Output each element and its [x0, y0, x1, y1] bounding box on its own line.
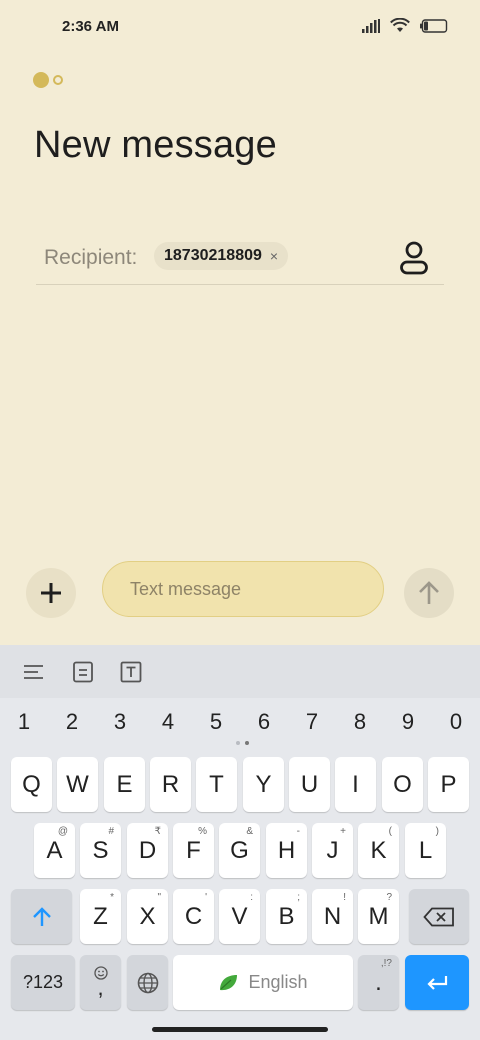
- key-6[interactable]: 6: [240, 709, 288, 735]
- keyboard-page-indicator: [236, 741, 249, 745]
- key-u[interactable]: U: [289, 757, 330, 812]
- keyboard-toolbar: [0, 645, 480, 698]
- status-time: 2:36 AM: [62, 18, 119, 35]
- globe-icon: [137, 972, 158, 993]
- plus-icon: [41, 583, 61, 603]
- key-k[interactable]: (K: [358, 823, 399, 878]
- key-2[interactable]: 2: [48, 709, 96, 735]
- key-f[interactable]: % F: [173, 823, 214, 878]
- text-message-input[interactable]: Text message: [102, 561, 384, 617]
- key-j[interactable]: + J: [312, 823, 353, 878]
- shift-key[interactable]: [11, 889, 72, 944]
- leaf-icon: [220, 974, 238, 990]
- key-l[interactable]: ) L: [405, 823, 446, 878]
- page-title: New message: [34, 124, 277, 166]
- key-t[interactable]: T: [196, 757, 237, 812]
- key-e[interactable]: E: [104, 757, 145, 812]
- key-y[interactable]: Y: [243, 757, 284, 812]
- wifi-icon: [390, 18, 410, 32]
- key-v[interactable]: :V: [219, 889, 260, 944]
- key-i[interactable]: I: [335, 757, 376, 812]
- add-attachment-button[interactable]: [26, 568, 76, 618]
- key-3[interactable]: 3: [96, 709, 144, 735]
- key-o[interactable]: O: [382, 757, 423, 812]
- key-8[interactable]: 8: [336, 709, 384, 735]
- recipient-chip-number: 18730218809: [164, 247, 262, 264]
- enter-key[interactable]: [405, 955, 469, 1010]
- recipient-chip[interactable]: 18730218809 ×: [154, 242, 289, 270]
- signal-icon: [362, 18, 380, 33]
- app-indicator-icon: [32, 70, 66, 95]
- period-key[interactable]: ,!?.: [358, 955, 399, 1010]
- menu-lines-icon[interactable]: [23, 661, 45, 683]
- key-d[interactable]: ₹ D: [127, 823, 168, 878]
- symbols-key[interactable]: ?123: [11, 955, 75, 1010]
- key-g[interactable]: & G: [219, 823, 260, 878]
- contact-icon: [400, 241, 428, 275]
- language-key[interactable]: [127, 955, 168, 1010]
- key-7[interactable]: 7: [288, 709, 336, 735]
- space-key[interactable]: English: [173, 955, 353, 1010]
- key-p[interactable]: P: [428, 757, 469, 812]
- key-q[interactable]: Q: [11, 757, 52, 812]
- recipient-row[interactable]: Recipient: 18730218809 ×: [36, 238, 444, 285]
- recipient-label: Recipient:: [44, 246, 138, 269]
- key-z[interactable]: * Z: [80, 889, 121, 944]
- status-bar: 2:36 AM: [0, 0, 480, 56]
- enter-icon: [427, 975, 448, 990]
- key-w[interactable]: W: [57, 757, 98, 812]
- key-m[interactable]: ? M: [358, 889, 399, 944]
- key-0[interactable]: 0: [432, 709, 480, 735]
- keyboard: 1 2 3 4 5 6 7 8 9 0 Q W E R T Y U I O P …: [0, 645, 480, 1040]
- shift-arrow-icon: [32, 906, 51, 926]
- space-key-label: English: [248, 972, 308, 992]
- send-button[interactable]: [404, 568, 454, 618]
- key-1[interactable]: 1: [0, 709, 48, 735]
- key-s[interactable]: # S: [80, 823, 121, 878]
- key-5[interactable]: 5: [192, 709, 240, 735]
- key-9[interactable]: 9: [384, 709, 432, 735]
- key-h[interactable]: -H: [266, 823, 307, 878]
- text-format-icon[interactable]: [120, 661, 142, 683]
- home-indicator[interactable]: [152, 1027, 328, 1032]
- arrow-up-icon: [419, 581, 439, 604]
- key-b[interactable]: ; B: [266, 889, 307, 944]
- battery-icon: [420, 18, 448, 33]
- key-c[interactable]: ' C: [173, 889, 214, 944]
- contacts-button[interactable]: [398, 240, 430, 276]
- number-row: 1 2 3 4 5 6 7 8 9 0: [0, 705, 480, 741]
- key-a[interactable]: @ A: [34, 823, 75, 878]
- status-icons: [362, 18, 448, 33]
- clipboard-icon[interactable]: [72, 661, 94, 683]
- backspace-key[interactable]: [409, 889, 469, 944]
- key-r[interactable]: R: [150, 757, 191, 812]
- key-4[interactable]: 4: [144, 709, 192, 735]
- remove-recipient-icon[interactable]: ×: [270, 248, 278, 264]
- key-x[interactable]: " X: [127, 889, 168, 944]
- emoji-comma-key[interactable]: ,: [80, 955, 121, 1010]
- backspace-icon: [423, 907, 454, 926]
- key-n[interactable]: ! N: [312, 889, 353, 944]
